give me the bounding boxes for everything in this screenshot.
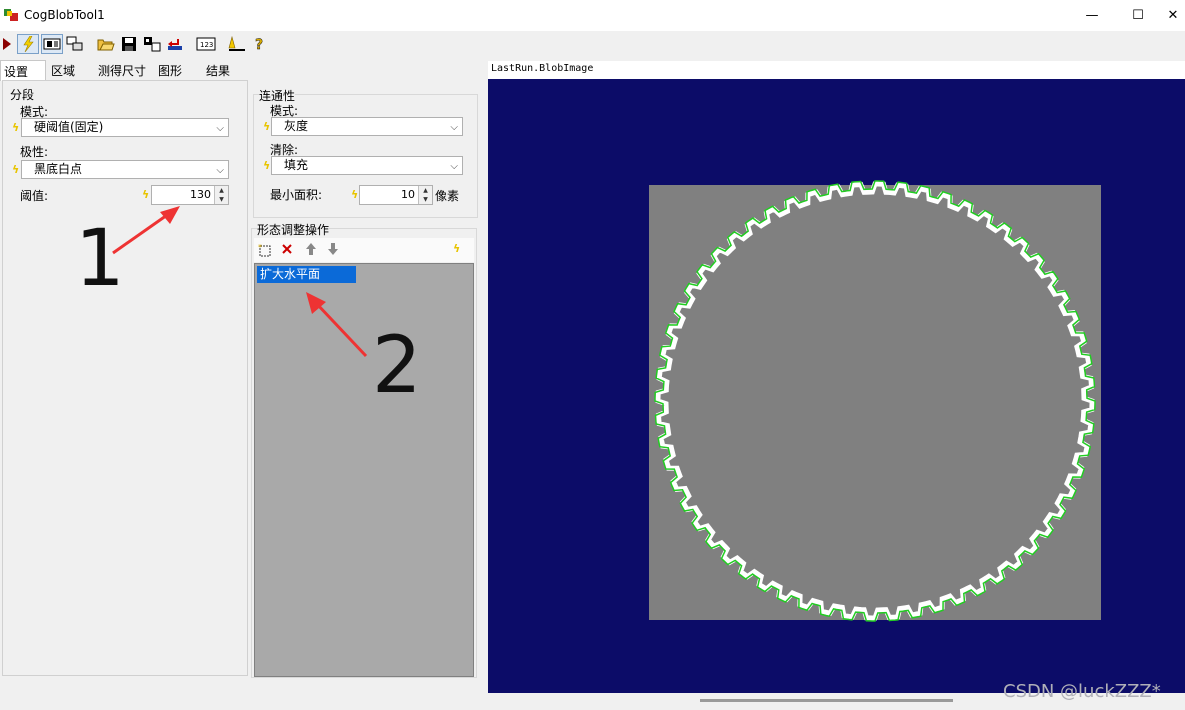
seg-mode-value: 硬阈值(固定) <box>34 120 104 134</box>
spinner-arrows-icon[interactable]: ▲ ▼ <box>214 186 228 204</box>
open-folder-icon[interactable] <box>95 34 117 54</box>
chevron-down-icon: ⌵ <box>216 165 224 176</box>
polarity-combo[interactable]: 黑底白点 ⌵ <box>21 160 229 179</box>
seg-mode-combo[interactable]: 硬阈值(固定) ⌵ <box>21 118 229 137</box>
threshold-label: 阈值: <box>20 189 49 203</box>
threshold-spinner[interactable]: 130 ▲ ▼ <box>151 185 229 205</box>
add-operation-icon[interactable]: * <box>258 243 272 257</box>
move-up-icon[interactable] <box>305 242 317 256</box>
spinner-arrows-icon[interactable]: ▲ ▼ <box>418 186 432 204</box>
svg-text:123: 123 <box>200 41 213 49</box>
lightning-icon: ϟ <box>142 188 150 201</box>
delete-icon[interactable] <box>281 243 293 255</box>
maximize-button[interactable]: ☐ <box>1115 0 1161 31</box>
tab-graphics[interactable]: 图形 <box>158 60 198 80</box>
polarity-label: 极性: <box>20 145 49 159</box>
cleanup-value: 填充 <box>284 158 309 172</box>
watermark: CSDN @luckZZZ* <box>1003 681 1161 702</box>
cleanup-combo[interactable]: 填充 ⌵ <box>271 156 463 175</box>
window-title: CogBlobTool1 <box>24 8 105 22</box>
chevron-down-icon: ⌵ <box>450 161 458 172</box>
horizontal-scrollbar[interactable] <box>700 699 953 702</box>
reset-icon[interactable] <box>164 34 186 54</box>
title-bar: CogBlobTool1 — ☐ ✕ <box>0 0 1185 31</box>
minimize-button[interactable]: — <box>1069 0 1115 31</box>
conn-mode-combo[interactable]: 灰度 ⌵ <box>271 117 463 136</box>
lightning-icon: ϟ <box>453 242 461 255</box>
tab-settings[interactable]: 设置 <box>0 60 46 81</box>
tab-region[interactable]: 区域 <box>51 60 93 80</box>
run-icon[interactable] <box>0 34 14 54</box>
multi-window-icon[interactable] <box>64 34 86 54</box>
conn-mode-value: 灰度 <box>284 119 309 133</box>
help-icon[interactable]: ? <box>249 34 271 54</box>
lightning-icon: ϟ <box>351 188 359 201</box>
tab-results[interactable]: 结果 <box>206 60 246 80</box>
show-tool-icon[interactable] <box>226 34 248 54</box>
chevron-down-icon: ⌵ <box>216 123 224 134</box>
lightning-icon: ϟ <box>12 121 20 134</box>
lightning-icon: ϟ <box>12 163 20 176</box>
close-button[interactable]: ✕ <box>1161 0 1185 31</box>
polarity-value: 黑底白点 <box>34 162 83 176</box>
threshold-value: 130 <box>190 188 211 201</box>
electric-mode-icon[interactable] <box>17 34 39 54</box>
morphology-operation-list[interactable]: 扩大水平面 <box>254 263 474 677</box>
min-area-value: 10 <box>401 188 415 201</box>
svg-text:?: ? <box>255 37 263 52</box>
tab-strip: 设置 区域 测得尺寸 图形 结果 <box>0 60 486 81</box>
app-icon <box>4 9 18 21</box>
image-display[interactable] <box>488 79 1185 693</box>
tab-measurements[interactable]: 测得尺寸 <box>98 60 153 80</box>
toolbar: 123 ? <box>0 31 1185 58</box>
numeric-display-icon[interactable]: 123 <box>195 34 217 54</box>
chevron-down-icon: ⌵ <box>450 122 458 133</box>
min-area-unit: 像素 <box>435 189 460 203</box>
display-label: LastRun.BlobImage <box>488 61 1185 79</box>
save-icon[interactable] <box>118 34 140 54</box>
list-item[interactable]: 扩大水平面 <box>257 266 356 283</box>
lightning-icon: ϟ <box>263 120 271 133</box>
lightning-icon: ϟ <box>263 159 271 172</box>
blob-image <box>649 180 1101 622</box>
svg-text:*: * <box>258 243 262 252</box>
image-display-icon[interactable] <box>41 34 63 54</box>
min-area-label: 最小面积: <box>270 188 323 202</box>
image-source-icon[interactable] <box>141 34 163 54</box>
min-area-spinner[interactable]: 10 ▲ ▼ <box>359 185 433 205</box>
move-down-icon[interactable] <box>327 242 339 256</box>
segmentation-group-title: 分段 <box>10 88 35 102</box>
morphology-group-title: 形态调整操作 <box>257 221 330 238</box>
